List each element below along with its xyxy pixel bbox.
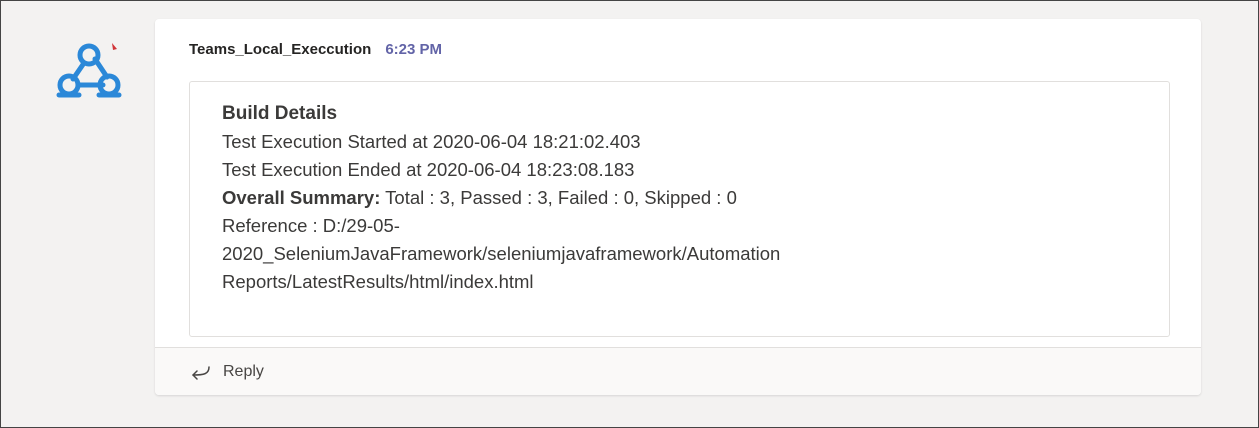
overall-summary: Overall Summary: Total : 3, Passed : 3, … <box>222 184 1169 212</box>
card-title: Build Details <box>222 103 338 124</box>
reference-line-3: Reports/LatestResults/html/index.html <box>222 271 534 292</box>
reply-arrow-icon <box>192 365 210 380</box>
sender-name[interactable]: Teams_Local_Execcution <box>189 41 371 58</box>
summary-label: Overall Summary: <box>222 187 381 208</box>
message-header: Teams_Local_Execcution 6:23 PM <box>189 41 442 61</box>
reference-line-2: 2020_SeleniumJavaFramework/seleniumjavaf… <box>222 243 781 264</box>
execution-ended: Test Execution Ended at 2020-06-04 18:23… <box>222 159 635 180</box>
bot-avatar[interactable] <box>51 39 131 103</box>
message-timestamp: 6:23 PM <box>385 41 443 58</box>
webhook-icon <box>56 43 122 98</box>
reply-label: Reply <box>223 362 264 380</box>
summary-value: Total : 3, Passed : 3, Failed : 0, Skipp… <box>385 187 737 208</box>
reply-button[interactable]: Reply <box>155 347 1201 395</box>
adaptive-card: Build Details Test Execution Started at … <box>189 81 1170 337</box>
execution-started: Test Execution Started at 2020-06-04 18:… <box>222 131 641 152</box>
message-card: Teams_Local_Execcution 6:23 PM Build Det… <box>155 19 1201 395</box>
reference-line-1: Reference : D:/29-05- <box>222 215 400 236</box>
